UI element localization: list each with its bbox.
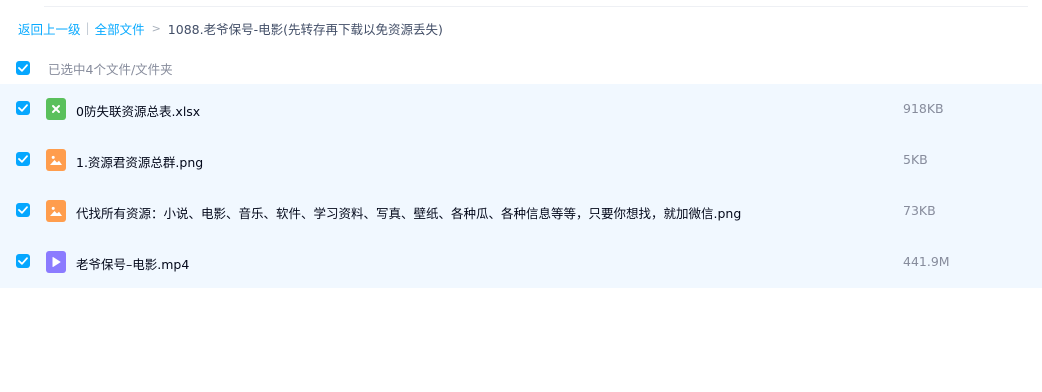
file-name[interactable]: 代找所有资源：小说、电影、音乐、软件、学习资料、写真、壁纸、各种瓜、各种信息等等… [76,203,741,222]
row-checkbox[interactable] [16,254,30,268]
select-all-checkbox[interactable] [16,61,30,75]
all-files-link[interactable]: 全部文件 [95,19,145,38]
file-size: 5KB [903,152,928,167]
file-size: 73KB [903,203,936,218]
current-folder: 1088.老爷保号-电影(先转存再下载以免资源丢失) [167,21,443,37]
checkmark-icon [18,64,28,72]
file-row[interactable]: 老爷保号–电影.mp4 441.9M [0,237,1042,288]
chevron-right-icon: > [151,21,161,35]
checkmark-icon [18,104,28,112]
selection-bar: 已选中4个文件/文件夹 [16,59,173,77]
file-row[interactable]: 代找所有资源：小说、电影、音乐、软件、学习资料、写真、壁纸、各种瓜、各种信息等等… [0,186,1042,237]
selection-count-label: 已选中4个文件/文件夹 [48,61,173,77]
file-name[interactable]: 1.资源君资源总群.png [76,152,203,171]
breadcrumb: 返回上一级 | 全部文件 > 1088.老爷保号-电影(先转存再下载以免资源丢失… [18,18,443,38]
row-checkbox[interactable] [16,101,30,115]
excel-file-icon [46,98,66,120]
image-file-icon [46,200,66,222]
file-name[interactable]: 老爷保号–电影.mp4 [76,254,189,273]
top-divider [44,6,1028,7]
file-row[interactable]: 0防失联资源总表.xlsx 918KB [0,84,1042,135]
file-size: 918KB [903,101,944,116]
file-name[interactable]: 0防失联资源总表.xlsx [76,101,200,120]
image-file-icon [46,149,66,171]
row-checkbox[interactable] [16,152,30,166]
checkmark-icon [18,206,28,214]
checkmark-icon [18,257,28,265]
video-file-icon [46,251,66,273]
row-checkbox[interactable] [16,203,30,217]
checkmark-icon [18,155,28,163]
file-row[interactable]: 1.资源君资源总群.png 5KB [0,135,1042,186]
file-list: 0防失联资源总表.xlsx 918KB 1.资源君资源总群.png 5KB 代找… [0,84,1042,288]
breadcrumb-separator: | [85,21,90,35]
back-link[interactable]: 返回上一级 [18,19,81,38]
file-size: 441.9M [903,254,950,269]
